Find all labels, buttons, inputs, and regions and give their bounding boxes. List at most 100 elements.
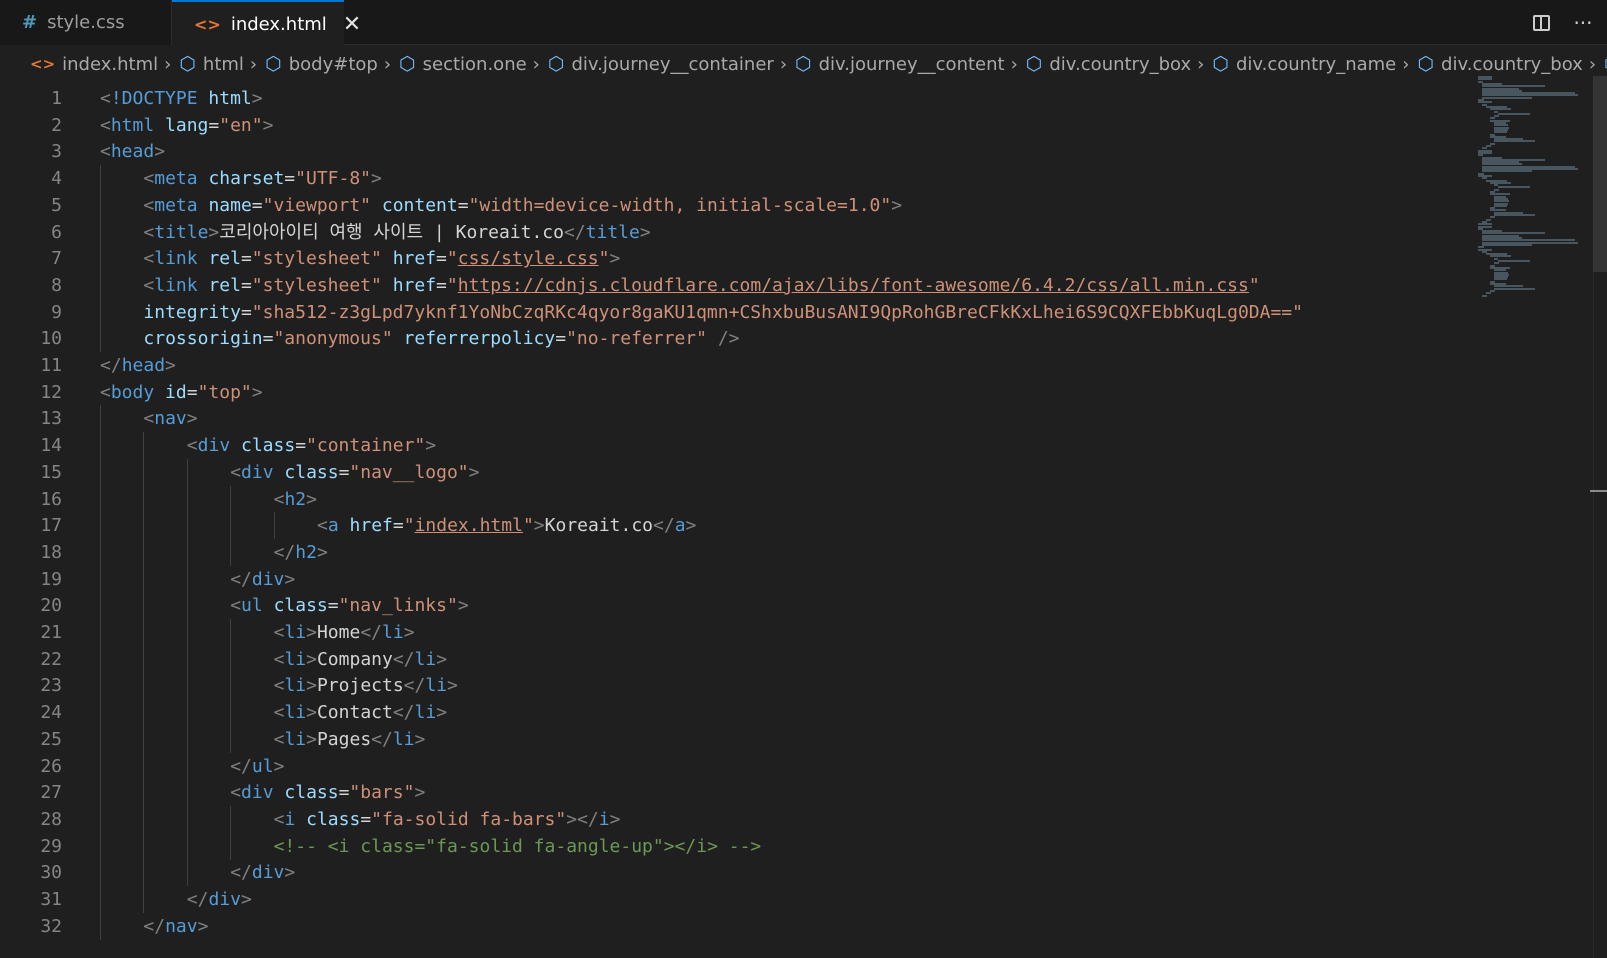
file-html-icon: <> xyxy=(30,55,56,73)
line-number: 32 xyxy=(40,915,62,937)
code-line[interactable]: 7 <link rel="stylesheet" href="css/style.… xyxy=(0,245,1470,273)
code-line[interactable]: 28 <i class="fa-solid fa-bars"></i> xyxy=(0,805,1470,833)
code-line[interactable]: 8 <link rel="stylesheet" href="https://cd… xyxy=(0,271,1470,299)
line-number: 14 xyxy=(40,435,62,457)
breadcrumb-item[interactable]: ⬡ section.one xyxy=(399,53,527,75)
breadcrumb-item[interactable]: ⬡ div.country_box xyxy=(1026,53,1191,75)
code-text: <head> xyxy=(100,141,166,163)
line-number: 10 xyxy=(40,328,62,350)
code-line[interactable]: 12 <body id="top"> xyxy=(0,379,1470,406)
indent-guide xyxy=(143,779,145,807)
tab-index-html[interactable]: <> index.html ✕ xyxy=(172,0,361,46)
breadcrumb-item[interactable]: ⬡ div.journey__content xyxy=(795,53,1005,75)
code-line[interactable]: 17 <a href="index.html">Koreait.co</a> xyxy=(0,512,1470,540)
cube-icon: ⬡ xyxy=(179,53,196,75)
code-line[interactable]: 3 <head> xyxy=(0,138,1470,165)
tab-style-css[interactable]: # style.css xyxy=(0,0,172,45)
breadcrumb-item[interactable]: ⬡ body#top xyxy=(265,53,378,75)
code-line[interactable]: 27 <div class="bars"> xyxy=(0,779,1470,807)
code-line[interactable]: 1 <!DOCTYPE html> xyxy=(0,85,1470,112)
indent-guide xyxy=(100,405,101,433)
code-text: <div class="container"> xyxy=(186,435,437,457)
code-line[interactable]: 21 <li>Home</li> xyxy=(0,619,1470,646)
breadcrumb-item[interactable]: ⬡ html xyxy=(179,53,244,75)
code-text: <!-- <i class="fa-solid fa-angle-up"></i… xyxy=(273,835,762,857)
code-line[interactable]: 6 <title>코리아아이티 여행 사이트 | Koreait.co</titl… xyxy=(0,218,1470,246)
line-number: 21 xyxy=(40,622,62,643)
code-line[interactable]: 9 integrity="sha512-z3gLpd7yknf1YoNbCzqRK… xyxy=(0,298,1470,326)
code-line[interactable]: 2 <html lang="en"> xyxy=(0,112,1470,139)
indent-guide xyxy=(186,592,188,620)
cube-icon: ⬡ xyxy=(1417,53,1435,75)
indent-guide xyxy=(100,565,101,593)
indent-guide xyxy=(100,645,101,673)
code-line[interactable]: 5 <meta name="viewport" content="width=de… xyxy=(0,191,1470,219)
line-number: 24 xyxy=(40,702,62,724)
breadcrumb-item[interactable]: ⬡ div.journey__container xyxy=(548,53,774,75)
code-line[interactable]: 15 <div class="nav__logo"> xyxy=(0,458,1470,486)
code-line[interactable]: 13 <nav> xyxy=(0,405,1470,433)
code-line[interactable]: 20 <ul class="nav_links"> xyxy=(0,592,1470,620)
code-line[interactable]: 25 <li>Pages</li> xyxy=(0,725,1470,753)
indent-guide xyxy=(143,832,145,860)
code-text: <h2> xyxy=(273,488,317,510)
code-line[interactable]: 24 <li>Contact</li> xyxy=(0,699,1470,727)
code-editor[interactable]: 1 <!DOCTYPE html> 2 <html lang="en"> 3 <head>… xyxy=(0,83,1607,958)
code-line[interactable]: 11 </head> xyxy=(0,352,1470,379)
chevron-right-icon: › xyxy=(1197,53,1205,75)
indent-guide xyxy=(143,805,145,833)
code-line[interactable]: 10 crossorigin="anonymous" referrerpolicy… xyxy=(0,325,1470,353)
more-actions-button[interactable]: ··· xyxy=(1565,8,1601,38)
code-line[interactable]: 22 <li>Company</li> xyxy=(0,645,1470,673)
code-line[interactable]: 32 </nav> xyxy=(0,912,1470,940)
breadcrumb-label: div.country_box xyxy=(1441,53,1583,75)
code-line[interactable]: 16 <h2> xyxy=(0,485,1470,513)
indent-guide xyxy=(143,619,145,646)
close-icon[interactable]: ✕ xyxy=(343,12,361,37)
code-line[interactable]: 26 </ul> xyxy=(0,752,1470,780)
code-line[interactable]: 23 <li>Projects</li> xyxy=(0,672,1470,700)
split-editor-button[interactable] xyxy=(1523,8,1559,38)
line-number: 9 xyxy=(51,301,62,323)
minimap-line xyxy=(1498,186,1530,189)
breadcrumb-item[interactable]: ⬡ div.country_box xyxy=(1417,53,1582,75)
tab-label: index.html xyxy=(230,13,327,35)
line-number: 15 xyxy=(40,461,62,483)
line-number: 17 xyxy=(40,515,62,537)
minimap-line xyxy=(1482,294,1488,297)
code-line[interactable]: 31 </div> xyxy=(0,886,1470,913)
breadcrumb-item[interactable]: ⬡ div.country_name xyxy=(1212,53,1396,75)
code-line[interactable]: 18 </h2> xyxy=(0,538,1470,566)
indent-guide xyxy=(186,805,188,833)
indent-guide xyxy=(100,779,101,807)
minimap-line xyxy=(1494,140,1535,143)
breadcrumb-label: index.html xyxy=(62,53,159,75)
breadcrumb-item[interactable]: <> index.html xyxy=(30,54,158,75)
line-number: 11 xyxy=(40,355,62,376)
indent-guide xyxy=(143,485,145,513)
indent-guide xyxy=(230,645,232,673)
minimap[interactable] xyxy=(1478,76,1593,306)
scrollbar-thumb[interactable] xyxy=(1593,76,1607,272)
code-text: <ul class="nav_links"> xyxy=(230,595,469,617)
breadcrumb-label: div.journey__container xyxy=(571,53,774,75)
indent-guide xyxy=(100,912,101,940)
line-number: 1 xyxy=(51,88,62,109)
line-number: 5 xyxy=(51,194,62,216)
line-number: 26 xyxy=(40,755,62,777)
chevron-right-icon: › xyxy=(532,53,540,75)
code-line[interactable]: 19 </div> xyxy=(0,565,1470,593)
code-text: <li>Pages</li> xyxy=(273,728,426,750)
code-line[interactable]: 29 <!-- <i class="fa-solid fa-angle-up"><… xyxy=(0,832,1470,860)
code-text: <!DOCTYPE html> xyxy=(100,88,263,109)
scrollbar-cursor-marker xyxy=(1590,490,1607,492)
code-line[interactable]: 4 <meta charset="UTF-8"> xyxy=(0,165,1470,193)
indent-guide xyxy=(100,805,101,833)
indent-guide xyxy=(143,645,145,673)
code-line[interactable]: 30 </div> xyxy=(0,859,1470,887)
code-line[interactable]: 14 <div class="container"> xyxy=(0,432,1470,460)
line-number: 31 xyxy=(40,889,62,910)
cube-icon: ⬡ xyxy=(265,53,282,75)
cube-icon: ⬡ xyxy=(1212,53,1229,75)
line-number: 7 xyxy=(51,248,62,270)
